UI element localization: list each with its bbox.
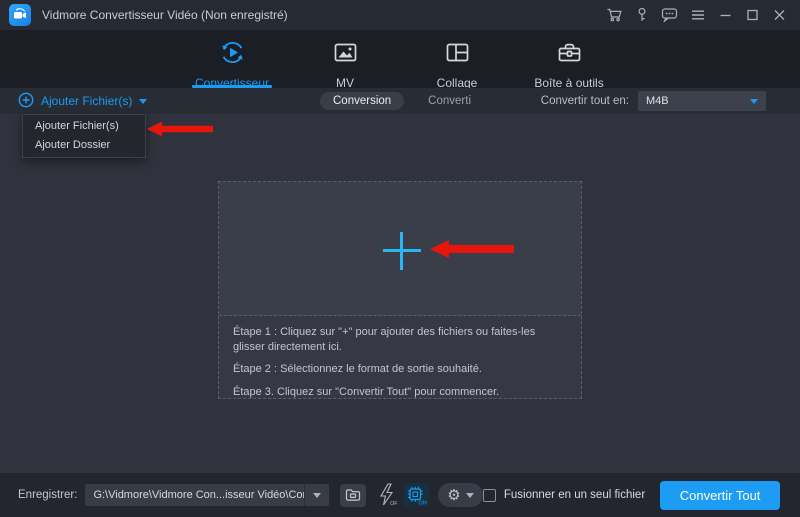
merge-option[interactable]: Fusionner en un seul fichier: [483, 489, 645, 502]
tab-boite-a-outils[interactable]: Boîte à outils: [527, 30, 611, 88]
step-2-text: Étape 2 : Sélectionnez le format de sort…: [233, 362, 567, 377]
vidmore-app-window: Vidmore Convertisseur Vidéo (Non enregis…: [0, 0, 800, 517]
add-files-label: Ajouter Fichier(s): [41, 94, 132, 108]
view-tab-conversion[interactable]: Conversion: [320, 92, 404, 110]
gear-icon: ⚙: [447, 488, 460, 503]
folder-icon: [345, 488, 361, 502]
app-logo-icon: [9, 4, 31, 26]
collage-icon: [444, 39, 471, 71]
bottom-bar: Enregistrer: G:\Vidmore\Vidmore Con...is…: [0, 473, 800, 517]
toolbox-icon: [556, 39, 583, 71]
tab-collage[interactable]: Collage: [415, 30, 499, 88]
settings-button[interactable]: ⚙: [438, 483, 483, 507]
instruction-steps: Étape 1 : Cliquez sur "+" pour ajouter d…: [219, 316, 581, 399]
maximize-icon[interactable]: [745, 7, 760, 23]
convert-all-button[interactable]: Convertir Tout: [660, 481, 780, 510]
close-icon[interactable]: [772, 7, 787, 23]
menu-icon[interactable]: [690, 7, 706, 23]
tab-convertisseur[interactable]: Convertisseur: [189, 30, 275, 88]
merge-checkbox[interactable]: [483, 489, 496, 502]
mv-icon: [332, 39, 359, 71]
converter-icon: [219, 39, 246, 71]
chevron-down-icon: [750, 99, 758, 104]
file-drop-zone[interactable]: Étape 1 : Cliquez sur "+" pour ajouter d…: [218, 181, 582, 399]
gpu-accel-toggle[interactable]: ON: [404, 483, 429, 507]
add-files-dropdown-menu: Ajouter Fichier(s) Ajouter Dossier: [22, 114, 146, 158]
view-tab-converti[interactable]: Converti: [428, 95, 471, 107]
toolbar: Ajouter Fichier(s) Conversion Converti C…: [0, 88, 800, 114]
main-tabbar: Convertisseur MV Collage: [0, 30, 800, 88]
step-3-text: Étape 3. Cliquez sur "Convertir Tout" po…: [233, 385, 567, 400]
convert-all-label: Convertir tout en:: [541, 95, 629, 107]
hw-accel-toggle[interactable]: OFF: [374, 483, 398, 508]
path-dropdown-toggle[interactable]: [304, 484, 329, 506]
tab-mv[interactable]: MV: [303, 30, 387, 88]
cart-icon[interactable]: [606, 7, 623, 23]
feedback-icon[interactable]: [661, 7, 678, 23]
add-files-button[interactable]: Ajouter Fichier(s): [18, 88, 147, 114]
chevron-down-icon: [313, 493, 321, 498]
output-path-value: G:\Vidmore\Vidmore Con...isseur Vidéo\Co…: [85, 489, 304, 501]
titlebar: Vidmore Convertisseur Vidéo (Non enregis…: [0, 0, 800, 30]
selected-format: M4B: [646, 95, 669, 107]
chevron-down-icon: [466, 493, 474, 498]
step-1-text: Étape 1 : Cliquez sur "+" pour ajouter d…: [233, 325, 567, 354]
output-format-select[interactable]: M4B: [638, 91, 766, 111]
open-folder-button[interactable]: [340, 484, 366, 507]
add-crosshair-icon: [400, 232, 403, 270]
hw-accel-state: OFF: [390, 501, 398, 507]
key-icon[interactable]: [635, 7, 649, 23]
drop-area[interactable]: [219, 182, 581, 316]
menu-item-ajouter-fichiers[interactable]: Ajouter Fichier(s): [23, 117, 145, 136]
gpu-state: ON: [419, 501, 427, 507]
merge-label: Fusionner en un seul fichier: [504, 489, 645, 501]
minimize-icon[interactable]: [718, 7, 733, 23]
red-arrow-annotation-menu: [147, 119, 213, 139]
save-to-label: Enregistrer:: [18, 489, 77, 501]
window-title: Vidmore Convertisseur Vidéo (Non enregis…: [42, 8, 288, 22]
plus-circle-icon: [18, 92, 34, 111]
chevron-down-icon: [139, 99, 147, 104]
menu-item-ajouter-dossier[interactable]: Ajouter Dossier: [23, 136, 145, 155]
red-arrow-annotation-crosshair: [430, 237, 514, 261]
output-path-select[interactable]: G:\Vidmore\Vidmore Con...isseur Vidéo\Co…: [85, 484, 329, 506]
